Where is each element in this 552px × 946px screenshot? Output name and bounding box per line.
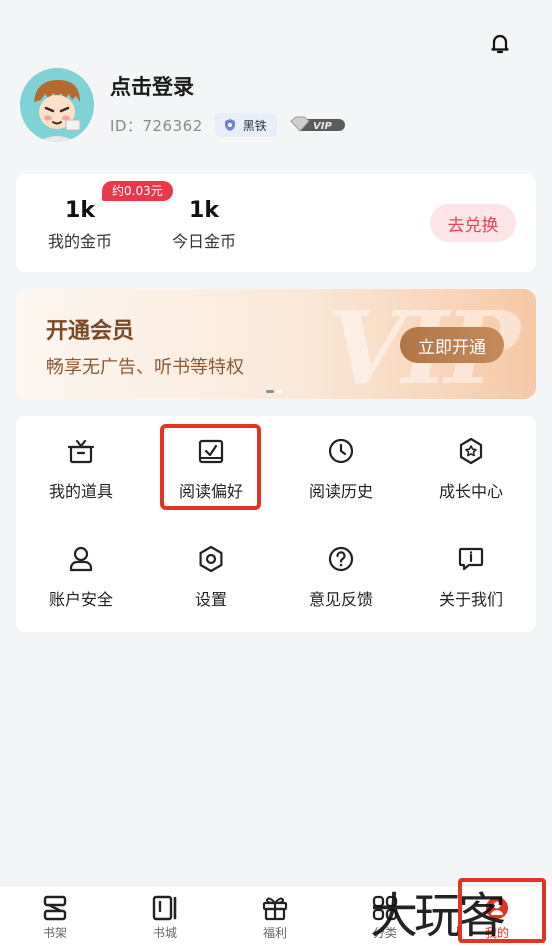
tab-welfare[interactable]: 福利: [240, 894, 310, 941]
menu-item-feedback[interactable]: 意见反馈: [281, 544, 401, 634]
rank-label: 黑铁: [242, 118, 267, 133]
tab-bookshelf[interactable]: 书架: [20, 894, 90, 941]
rank-badge[interactable]: 黑铁: [214, 113, 277, 137]
bookshelf-icon: [43, 895, 67, 921]
menu-item-about-us[interactable]: 关于我们: [411, 544, 531, 634]
exchange-button[interactable]: 去兑换: [430, 204, 516, 242]
menu-label: 意见反馈: [308, 590, 373, 609]
vip-open-button[interactable]: 立即开通: [400, 327, 504, 363]
menu-label: 账户安全: [48, 590, 113, 609]
pager-dot-active: [266, 390, 274, 393]
gear-icon: [199, 545, 223, 573]
today-coins[interactable]: 1k 今日金币: [154, 196, 254, 252]
menu-label: 我的道具: [48, 482, 113, 501]
notification-bell[interactable]: [485, 28, 515, 58]
my-coins[interactable]: 1k 我的金币: [30, 196, 130, 252]
my-coins-label: 我的金币: [47, 232, 112, 251]
annotation-highlight-box: [160, 424, 261, 510]
vip-subtitle: 畅享无广告、听书等特权: [46, 357, 244, 378]
menu-grid: 我的道具 阅读偏好 阅读历史 成长中心 账户安全 设置 意见反馈 关于我们: [16, 416, 536, 632]
menu-label: 阅读历史: [308, 482, 373, 501]
menu-item-props[interactable]: 我的道具: [21, 436, 141, 526]
bookstore-icon: [152, 895, 177, 921]
info-message-icon: [458, 547, 484, 571]
question-icon: [328, 546, 354, 572]
avatar[interactable]: [20, 68, 94, 142]
today-coins-value: 1k: [189, 198, 219, 223]
today-coins-label: 今日金币: [171, 232, 236, 251]
banner-pager: [266, 390, 282, 393]
menu-label: 关于我们: [438, 590, 503, 609]
diamond-vip-icon: VIP: [290, 116, 345, 132]
profile-header[interactable]: 点击登录 ID：726362 黑铁 VIP: [20, 68, 345, 142]
tab-label: 福利: [262, 926, 287, 940]
bell-icon: [491, 34, 509, 54]
tab-label: 书架: [42, 926, 67, 940]
vip-banner[interactable]: VIP 开通会员 畅享无广告、听书等特权 立即开通: [16, 289, 536, 399]
user-icon: [69, 546, 93, 572]
coins-card: 1k 我的金币 约0.03元 1k 今日金币 去兑换: [16, 174, 536, 272]
menu-label: 成长中心: [438, 482, 503, 501]
pager-dot: [277, 390, 282, 393]
annotation-tab-highlight-box: [458, 878, 546, 943]
menu-item-growth-center[interactable]: 成长中心: [411, 436, 531, 526]
tab-label: 书城: [152, 926, 177, 940]
tab-bookstore[interactable]: 书城: [130, 894, 200, 941]
clock-icon: [328, 438, 354, 464]
menu-item-account-security[interactable]: 账户安全: [21, 544, 141, 634]
user-id: ID：726362: [110, 116, 203, 135]
gift-icon: [262, 897, 288, 921]
prop-box-icon: [67, 439, 95, 464]
vip-badge[interactable]: VIP: [289, 115, 345, 135]
login-title[interactable]: 点击登录: [110, 72, 345, 102]
menu-item-settings[interactable]: 设置: [151, 544, 271, 634]
menu-item-reading-history[interactable]: 阅读历史: [281, 436, 401, 526]
vip-title: 开通会员: [46, 319, 135, 344]
vip-label: VIP: [313, 121, 332, 132]
shield-rank-icon: [224, 119, 235, 131]
growth-star-icon: [459, 437, 483, 465]
menu-label: 设置: [194, 590, 227, 609]
